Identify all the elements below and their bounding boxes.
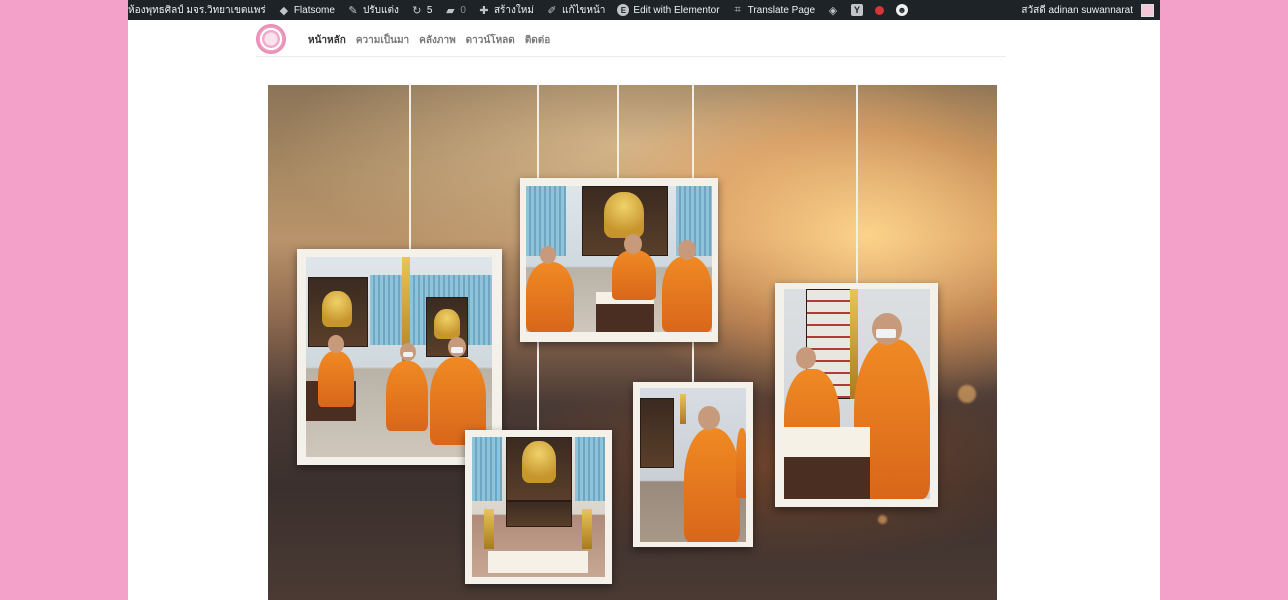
nav-item-download[interactable]: ดาวน์โหลด [466,33,515,48]
smile-menu[interactable]: ☻ [890,0,914,20]
elementor-link[interactable]: E Edit with Elementor [611,0,725,20]
photo-shrine-altar [472,437,605,577]
hanging-string [856,85,858,283]
edit-page-link[interactable]: ✐ แก้ไขหน้า [540,0,611,20]
customize-label: ปรับแต่ง [362,4,399,16]
new-content-label: สร้างใหม่ [493,4,534,16]
wp-admin-bar: ห้องพุทธศิลป์ มจร.วิทยาเขตแพร่ ◆ Flatsom… [128,0,1160,20]
photo-frame [633,382,753,547]
comment-icon: ▰ [446,4,455,17]
nav-item-gallery[interactable]: คลังภาพ [419,33,456,48]
flatsome-icon: ◆ [279,4,289,17]
photo-monk-writing [784,289,930,499]
plus-icon: ✚ [479,4,489,17]
main-nav: หน้าหลัก ความเป็นมา คลังภาพ ดาวน์โหลด ติ… [308,33,550,48]
yoast-menu[interactable]: Y [845,0,869,20]
bokeh-light [958,385,976,403]
theme-link[interactable]: ◆ Flatsome [272,0,341,20]
diamond-menu[interactable]: ◈ [821,0,845,20]
site-header: หน้าหลัก ความเป็นมา คลังภาพ ดาวน์โหลด ติ… [128,20,1160,57]
hanging-string [617,85,619,180]
pencil-icon: ✐ [547,4,557,17]
status-indicator[interactable] [869,0,890,20]
photo-frame [775,283,938,507]
red-dot-icon [875,5,885,15]
nav-item-history[interactable]: ความเป็นมา [356,33,409,48]
translate-link[interactable]: ⌗ Translate Page [726,0,821,20]
photo-frame [520,178,718,342]
refresh-icon: ↻ [412,4,422,17]
nav-item-home[interactable]: หน้าหลัก [308,33,346,48]
photo-monks-table [526,186,712,332]
theme-label: Flatsome [293,4,335,16]
elementor-icon: E [617,4,630,16]
user-account-menu[interactable]: สวัสดี adinan suwannarat [1015,0,1160,20]
photo-frame [465,430,612,584]
comments-count: 0 [460,4,466,16]
updates-link[interactable]: ↻ 5 [405,0,439,20]
nav-item-contact[interactable]: ติดต่อ [525,33,551,48]
hanging-string [409,85,411,251]
elementor-label: Edit with Elementor [633,4,720,16]
site-logo[interactable] [256,24,286,54]
customize-link[interactable]: ✎ ปรับแต่ง [341,0,405,20]
site-name-label: ห้องพุทธศิลป์ มจร.วิทยาเขตแพร่ [128,4,266,16]
hero-banner [268,85,997,600]
avatar [1141,3,1154,17]
edit-page-label: แก้ไขหน้า [562,4,606,16]
diamond-icon: ◈ [828,4,838,17]
site-name-link[interactable]: ห้องพุทธศิลป์ มจร.วิทยาเขตแพร่ [128,0,272,20]
translate-label: Translate Page [747,4,816,16]
new-content-link[interactable]: ✚ สร้างใหม่ [472,0,540,20]
photo-monk-standing [640,388,746,542]
header-divider [256,56,1006,57]
smile-icon: ☻ [896,4,909,16]
brush-icon: ✎ [348,4,358,17]
yoast-icon: Y [851,4,864,16]
greeting-label: สวัสดี adinan suwannarat [1021,4,1133,16]
page-canvas: ห้องพุทธศิลป์ มจร.วิทยาเขตแพร่ ◆ Flatsom… [128,0,1160,600]
updates-count: 5 [426,4,433,16]
photo-monks-signing [306,257,492,457]
comments-link[interactable]: ▰ 0 [438,0,472,20]
translate-icon: ⌗ [734,3,741,16]
bokeh-light [878,515,887,524]
